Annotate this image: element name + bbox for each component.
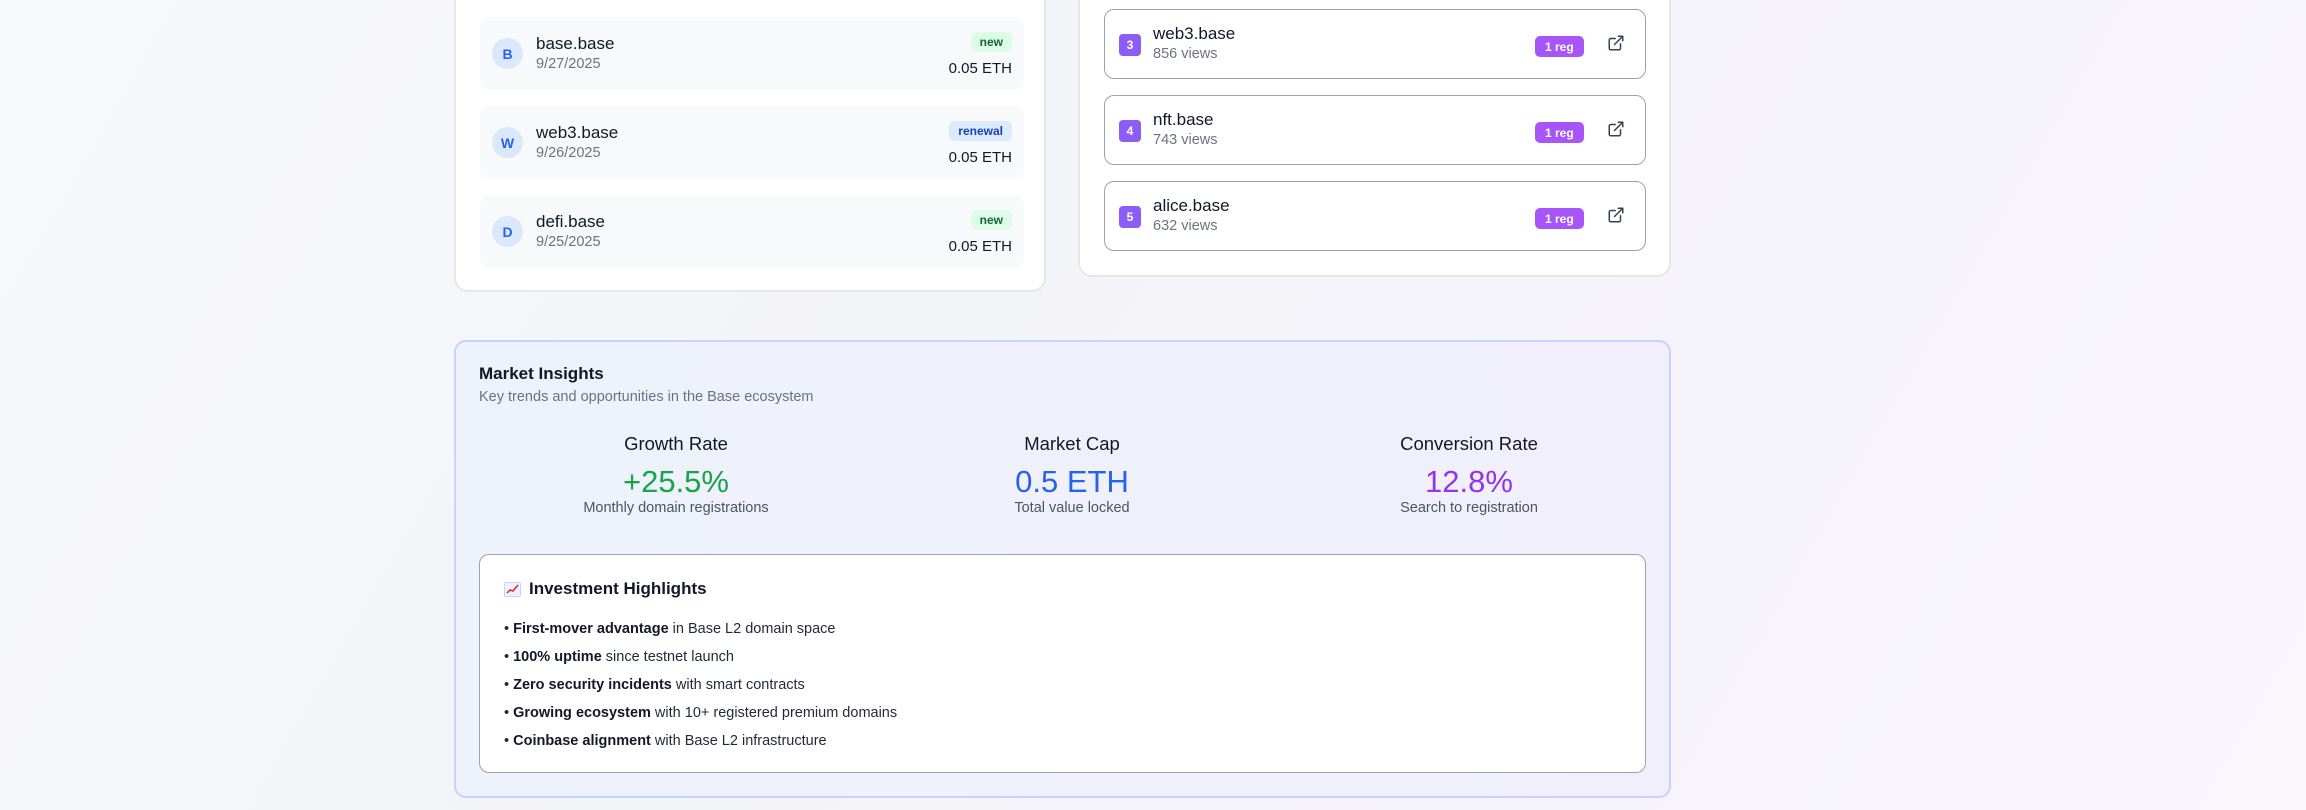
domain-name: base.base: [536, 34, 615, 53]
market-insights-card: Market Insights Key trends and opportuni…: [454, 340, 1671, 798]
rank-badge: 3: [1119, 34, 1141, 56]
registration-count-badge: 1 reg: [1535, 122, 1584, 143]
top-domains-card: 3 web3.base 856 views 1 reg 4 nft.base 7…: [1078, 0, 1671, 277]
registration-date: 9/27/2025: [536, 56, 601, 72]
view-count: 632 views: [1153, 218, 1218, 234]
registration-date: 9/26/2025: [536, 145, 601, 161]
registration-count-badge: 1 reg: [1535, 36, 1584, 57]
metric-label: Conversion Rate: [1400, 433, 1538, 454]
domain-name: alice.base: [1153, 196, 1230, 215]
view-count: 743 views: [1153, 132, 1218, 148]
rank-badge: 5: [1119, 206, 1141, 228]
metric-growth-rate: Growth Rate +25.5% Monthly domain regist…: [486, 433, 866, 516]
registration-count-badge: 1 reg: [1535, 208, 1584, 229]
highlights-list: • First-mover advantage in Base L2 domai…: [504, 615, 897, 755]
list-item: • Growing ecosystem with 10+ registered …: [504, 705, 898, 721]
metric-label: Market Cap: [1024, 433, 1120, 454]
status-badge: renewal: [949, 121, 1012, 141]
metric-conversion-rate: Conversion Rate 12.8% Search to registra…: [1279, 433, 1659, 516]
highlights-title-text: Investment Highlights: [529, 579, 707, 598]
registration-item[interactable]: B base.base 9/27/2025 new 0.05 ETH: [480, 17, 1024, 90]
metric-value: 12.8%: [1425, 464, 1513, 499]
domain-name: defi.base: [536, 212, 605, 231]
domain-name: nft.base: [1153, 110, 1214, 129]
metric-description: Total value locked: [1014, 500, 1130, 516]
price: 0.05 ETH: [948, 149, 1012, 166]
domain-name: web3.base: [1153, 24, 1236, 43]
status-badge: new: [970, 210, 1012, 230]
top-domain-item[interactable]: 5 alice.base 632 views 1 reg: [1104, 181, 1646, 251]
list-item: • Zero security incidents with smart con…: [504, 677, 805, 693]
top-domain-item[interactable]: 4 nft.base 743 views 1 reg: [1104, 95, 1646, 165]
external-link-icon[interactable]: [1607, 34, 1625, 52]
metric-market-cap: Market Cap 0.5 ETH Total value locked: [882, 433, 1262, 516]
list-item: • 100% uptime since testnet launch: [504, 649, 734, 665]
section-title: Market Insights: [479, 364, 604, 383]
investment-highlights-box: Investment Highlights • First-mover adva…: [479, 554, 1646, 773]
domain-avatar: D: [492, 216, 523, 247]
status-badge: new: [970, 32, 1012, 52]
metric-description: Search to registration: [1400, 500, 1538, 516]
external-link-icon[interactable]: [1607, 206, 1625, 224]
metric-description: Monthly domain registrations: [583, 500, 769, 516]
price: 0.05 ETH: [948, 60, 1012, 77]
registration-item[interactable]: D defi.base 9/25/2025 new 0.05 ETH: [480, 195, 1024, 268]
metric-value: +25.5%: [622, 464, 729, 499]
view-count: 856 views: [1153, 46, 1218, 62]
rank-badge: 4: [1119, 120, 1141, 142]
price: 0.05 ETH: [948, 238, 1012, 255]
chart-increasing-icon: [504, 581, 521, 597]
list-item: • First-mover advantage in Base L2 domai…: [504, 621, 836, 637]
domain-avatar: W: [492, 127, 523, 158]
list-item: • Coinbase alignment with Base L2 infras…: [504, 733, 827, 749]
metric-label: Growth Rate: [624, 433, 728, 454]
highlights-title: Investment Highlights: [504, 579, 707, 599]
registration-item[interactable]: W web3.base 9/26/2025 renewal 0.05 ETH: [480, 106, 1024, 179]
recent-registrations-card: B base.base 9/27/2025 new 0.05 ETH W web…: [454, 0, 1046, 292]
external-link-icon[interactable]: [1607, 120, 1625, 138]
top-domain-item[interactable]: 3 web3.base 856 views 1 reg: [1104, 9, 1646, 79]
section-subtitle: Key trends and opportunities in the Base…: [479, 389, 814, 405]
domain-name: web3.base: [536, 123, 619, 142]
registration-date: 9/25/2025: [536, 234, 601, 250]
domain-avatar: B: [492, 38, 523, 69]
metric-value: 0.5 ETH: [1015, 464, 1129, 499]
